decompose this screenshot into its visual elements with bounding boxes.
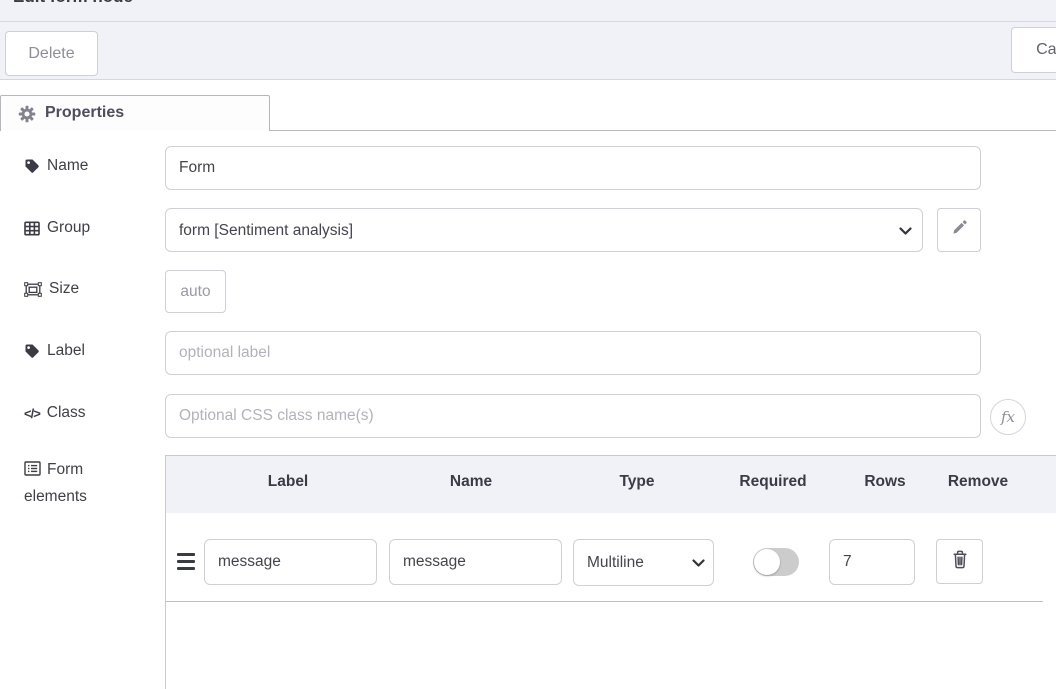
dialog-title: Edit form node — [13, 0, 133, 7]
element-type-select[interactable]: Multiline — [573, 539, 714, 586]
name-input[interactable] — [165, 146, 981, 190]
column-header-type: Type — [619, 473, 654, 491]
list-icon — [24, 461, 41, 476]
table-header-row: Label Name Type Required Rows Remove — [166, 456, 1056, 513]
label-input[interactable] — [165, 331, 981, 375]
dialog-toolbar: Delete Cancel — [0, 22, 1056, 80]
size-field-label: Size — [24, 280, 79, 298]
group-field-label: Group — [24, 219, 90, 237]
class-field-label: </> Class — [24, 404, 86, 422]
column-header-rows: Rows — [864, 473, 905, 491]
gear-icon — [18, 105, 36, 123]
delete-button[interactable]: Delete — [5, 31, 98, 76]
tag-icon — [24, 343, 40, 359]
remove-element-button[interactable] — [936, 539, 983, 584]
expression-fx-button[interactable]: fx — [990, 399, 1026, 435]
column-header-name: Name — [450, 473, 492, 491]
trash-icon — [950, 549, 970, 570]
dialog-header: Edit form node — [0, 0, 1056, 22]
drag-handle-icon[interactable] — [177, 553, 195, 570]
label-field-label: Label — [24, 342, 85, 360]
row-divider — [166, 601, 1043, 602]
size-auto-button[interactable]: auto — [165, 270, 226, 313]
pencil-icon — [951, 219, 968, 236]
group-select[interactable]: form [Sentiment analysis] — [165, 208, 923, 252]
element-rows-input[interactable] — [829, 539, 915, 585]
column-header-required: Required — [739, 473, 806, 491]
table-icon — [24, 221, 40, 236]
code-icon: </> — [24, 406, 40, 421]
form-elements-label: Form elements — [24, 456, 136, 510]
object-group-icon — [24, 282, 42, 297]
column-header-remove: Remove — [948, 473, 1008, 491]
form-elements-table: Label Name Type Required Rows Remove Mul… — [165, 455, 1056, 689]
tab-bar: Properties — [0, 80, 1056, 131]
edit-group-button[interactable] — [937, 208, 981, 252]
tab-properties-label: Properties — [45, 104, 124, 122]
tag-icon — [24, 158, 40, 174]
required-toggle[interactable] — [753, 548, 799, 576]
tab-properties[interactable]: Properties — [0, 95, 270, 131]
class-input[interactable] — [165, 394, 981, 438]
cancel-button[interactable]: Cancel — [1011, 27, 1056, 73]
element-label-input[interactable] — [204, 539, 377, 585]
name-field-label: Name — [24, 157, 88, 175]
column-header-label: Label — [268, 473, 308, 491]
element-name-input[interactable] — [389, 539, 562, 585]
